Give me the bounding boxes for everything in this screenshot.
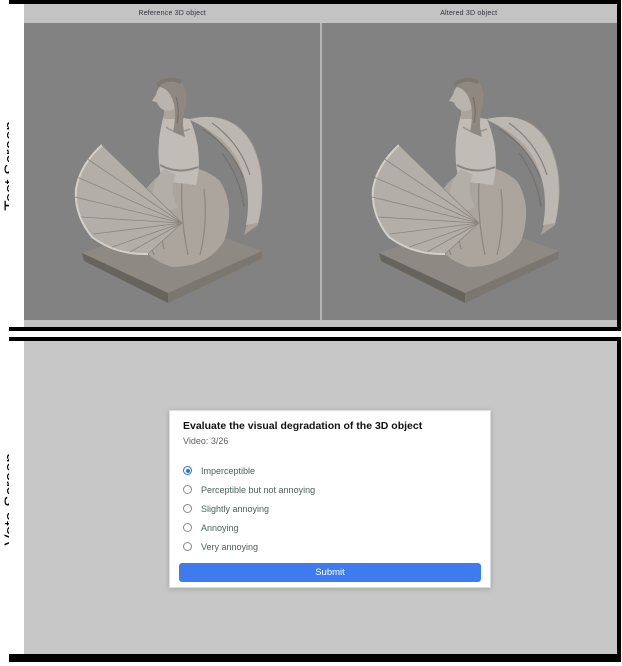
altered-render-pane[interactable] (322, 23, 618, 320)
render-viewport (24, 23, 617, 320)
option-annoying[interactable]: Annoying (183, 518, 477, 537)
test-screen-window: Reference 3D object Altered 3D object (24, 4, 617, 327)
option-label: Slightly annoying (201, 504, 269, 514)
rating-option-group: Imperceptible Perceptible but not annoyi… (183, 461, 477, 556)
option-perceptible-not-annoying[interactable]: Perceptible but not annoying (183, 480, 477, 499)
option-slightly-annoying[interactable]: Slightly annoying (183, 499, 477, 518)
reference-render-pane[interactable] (24, 23, 320, 320)
radio-button-icon[interactable] (183, 466, 192, 475)
figure-root: Test Screen Reference 3D object Altered … (0, 0, 622, 666)
radio-button-icon[interactable] (183, 504, 192, 513)
radio-button-icon[interactable] (183, 542, 192, 551)
option-label: Very annoying (201, 542, 258, 552)
reference-object-label: Reference 3D object (24, 10, 321, 17)
altered-statue-render (369, 57, 569, 307)
option-label: Imperceptible (201, 466, 255, 476)
test-screen-panel: Reference 3D object Altered 3D object (9, 0, 621, 331)
option-label: Annoying (201, 523, 239, 533)
altered-object-label: Altered 3D object (321, 10, 618, 17)
reference-statue-render (72, 57, 272, 307)
option-very-annoying[interactable]: Very annoying (183, 537, 477, 556)
vote-dialog: Evaluate the visual degradation of the 3… (169, 410, 491, 588)
submit-button[interactable]: Submit (179, 563, 481, 582)
dialog-title: Evaluate the visual degradation of the 3… (183, 420, 477, 432)
radio-button-icon[interactable] (183, 523, 192, 532)
viewer-header-bar: Reference 3D object Altered 3D object (24, 4, 617, 23)
radio-button-icon[interactable] (183, 485, 192, 494)
option-imperceptible[interactable]: Imperceptible (183, 461, 477, 480)
video-progress-label: Video: 3/26 (183, 436, 477, 446)
option-label: Perceptible but not annoying (201, 485, 315, 495)
viewer-footer-bar (24, 320, 617, 327)
